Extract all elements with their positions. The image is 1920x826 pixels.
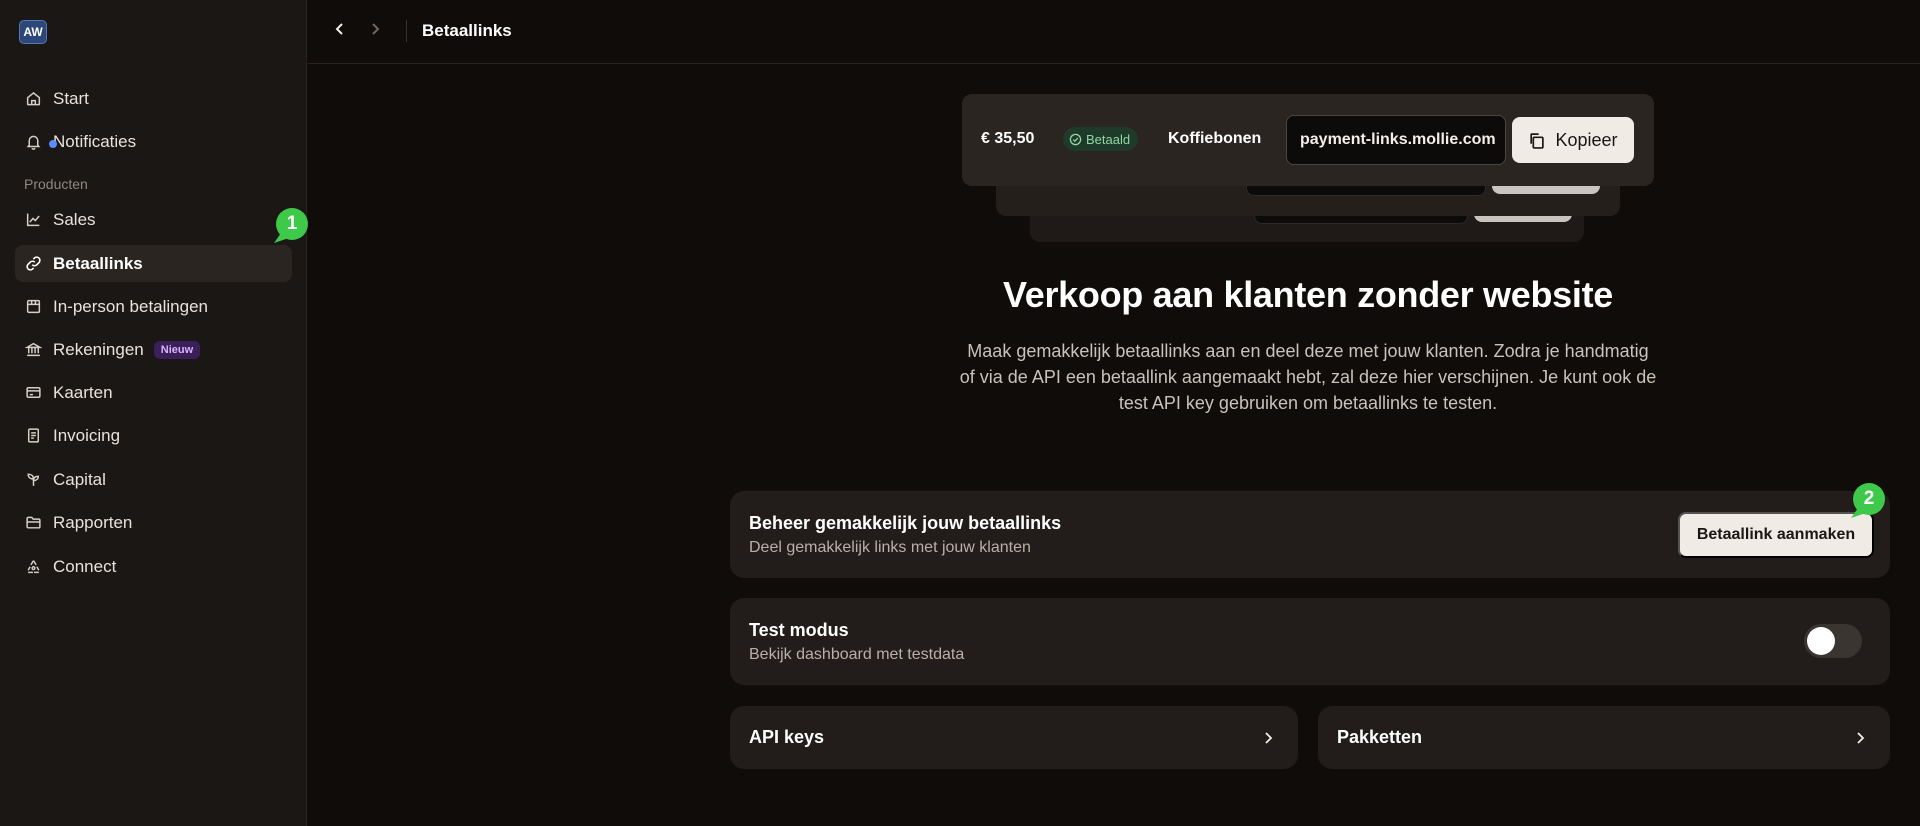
link-icon [25,255,42,272]
preview-product: Koffiebonen [1168,130,1262,147]
step-marker-2: 2 [1849,481,1887,519]
notification-dot [49,140,57,148]
sidebar-item-start[interactable]: Start [15,80,292,117]
chart-icon [25,211,42,228]
invoice-icon [25,427,42,444]
preview-amount: € 35,50 [981,130,1035,147]
sidebar-item-sales[interactable]: Sales [15,201,292,238]
sidebar: AW Start Notificaties Producten Sales Be… [0,0,307,826]
sidebar-item-notificaties[interactable]: Notificaties [15,123,292,160]
connect-icon [25,558,42,575]
bell-icon [25,133,57,150]
step-marker-label: 2 [1863,488,1875,509]
app-root: AW Start Notificaties Producten Sales Be… [0,0,1920,826]
sidebar-item-label: Capital [53,469,106,489]
chevron-right-icon [1260,730,1276,746]
manage-links-card: Beheer gemakkelijk jouw betaallinks Deel… [730,491,1890,578]
new-badge: Nieuw [153,340,201,359]
sidebar-item-kaarten[interactable]: Kaarten [15,374,292,411]
step-marker-1: 1 [272,206,310,244]
test-mode-subtitle: Bekijk dashboard met testdata [749,646,965,663]
copy-label: Kopieer [1555,129,1618,150]
test-mode-title: Test modus [749,620,849,640]
sidebar-item-label: Rapporten [53,512,133,532]
topbar: Betaallinks [308,0,1920,64]
sidebar-item-label: Connect [53,556,117,576]
sidebar-item-rapporten[interactable]: Rapporten [15,504,292,541]
back-button[interactable] [330,19,350,43]
status-badge: Betaald [1063,127,1139,151]
hero-title: Verkoop aan klanten zonder website [1003,274,1613,315]
create-payment-link-button[interactable]: Betaallink aanmaken [1678,512,1874,558]
bank-icon [25,341,42,358]
packages-label: Pakketten [1337,727,1423,747]
sidebar-item-label: Invoicing [53,425,121,445]
chevron-right-icon [1852,730,1868,746]
status-label: Betaald [1086,131,1131,147]
home-icon [25,90,42,107]
manage-links-subtitle: Deel gemakkelijk links met jouw klanten [749,539,1031,556]
sidebar-item-label: Kaarten [53,382,113,402]
chevron-left-icon [333,22,347,41]
payment-link-preview-card: € 35,50 Betaald Koffiebonen payment-link… [962,94,1654,186]
sidebar-item-capital[interactable]: Capital [15,461,292,498]
api-keys-link[interactable]: API keys [730,706,1298,769]
test-mode-toggle[interactable] [1804,624,1862,658]
sidebar-item-label: Start [53,88,89,108]
hero-description: Maak gemakkelijk betaallinks aan en deel… [959,341,1657,413]
step-marker-label: 1 [286,213,298,234]
api-keys-label: API keys [749,727,825,747]
copy-button: Kopieer [1512,117,1634,163]
store-icon [25,298,42,315]
sidebar-item-invoicing[interactable]: Invoicing [15,417,292,454]
copy-icon [1530,132,1545,149]
sidebar-item-label: Notificaties [53,131,137,151]
toggle-knob [1807,627,1835,655]
sidebar-item-betaallinks[interactable]: Betaallinks [15,245,292,282]
sidebar-item-label: Sales [53,209,96,229]
test-mode-card: Test modus Bekijk dashboard met testdata [730,598,1890,685]
org-logo[interactable]: AW [19,20,47,44]
chevron-right-icon [368,22,382,41]
section-label-producten: Producten [24,176,88,192]
page-title: Betaallinks [422,21,512,40]
packages-link[interactable]: Pakketten [1318,706,1890,769]
check-circle-icon [1069,133,1082,145]
sidebar-item-in-person-betalingen[interactable]: In-person betalingen [15,288,292,325]
sidebar-item-label: Rekeningen [53,339,144,359]
card-icon [25,384,42,401]
sidebar-item-label: Betaallinks [53,253,143,273]
sprout-icon [25,471,42,488]
payment-link-url-field: payment-links.mollie.com [1286,115,1506,165]
manage-links-title: Beheer gemakkelijk jouw betaallinks [749,513,1062,533]
sidebar-item-label: In-person betalingen [53,296,209,316]
folder-icon [25,514,42,531]
sidebar-item-rekeningen[interactable]: Rekeningen Nieuw [15,331,292,368]
sidebar-item-connect[interactable]: Connect [15,548,292,585]
forward-button[interactable] [365,19,385,43]
topbar-divider [406,20,407,42]
